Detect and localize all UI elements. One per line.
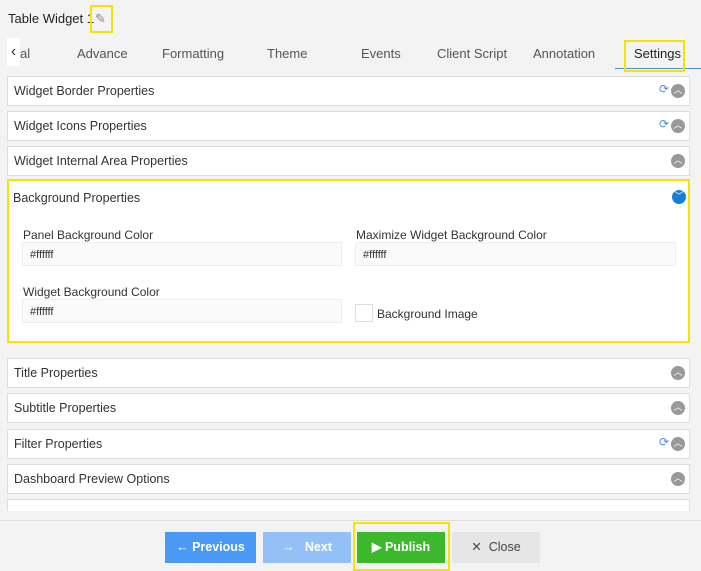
next-label: Next xyxy=(304,540,332,554)
footer-divider xyxy=(0,520,701,521)
arrow-right-icon: → xyxy=(281,540,295,554)
tab-bar: al Advance Formatting Theme Events Clien… xyxy=(0,38,701,70)
close-button[interactable]: ✕ Close xyxy=(452,532,540,563)
highlight-publish xyxy=(353,522,450,571)
panel-title: Title Properties xyxy=(14,366,98,380)
tab-theme[interactable]: Theme xyxy=(267,46,307,61)
tab-general[interactable]: al xyxy=(20,46,30,61)
tab-formatting[interactable]: Formatting xyxy=(162,46,224,61)
refresh-icon[interactable]: ⟳ xyxy=(659,117,669,131)
edit-icon[interactable]: ✎ xyxy=(95,11,106,27)
maximize-bg-color-input[interactable]: #ffffff xyxy=(355,242,676,266)
widget-bg-color-label: Widget Background Color xyxy=(23,285,160,299)
panel-dashboard-preview[interactable]: Dashboard Preview Options ︿ xyxy=(7,464,690,494)
panel-filter-properties[interactable]: Filter Properties ⟳ ︿ xyxy=(7,429,690,459)
chevron-up-icon[interactable]: ︿ xyxy=(671,401,685,415)
chevron-up-icon[interactable]: ︿ xyxy=(671,119,685,133)
refresh-icon[interactable]: ⟳ xyxy=(659,82,669,96)
panel-title: Widget Border Properties xyxy=(14,84,155,98)
previous-label: Previous xyxy=(192,540,245,554)
tab-events[interactable]: Events xyxy=(361,46,401,61)
refresh-icon[interactable]: ⟳ xyxy=(659,435,669,449)
panel-title: Widget Icons Properties xyxy=(14,119,147,133)
widget-title: Table Widget 1 xyxy=(8,11,94,26)
chevron-down-icon[interactable]: ﹀ xyxy=(672,190,686,204)
panel-title-properties[interactable]: Title Properties ︿ xyxy=(7,358,690,388)
maximize-bg-color-label: Maximize Widget Background Color xyxy=(356,228,547,242)
panel-background-properties: Background Properties ﹀ Panel Background… xyxy=(7,179,690,343)
panel-subtitle-properties[interactable]: Subtitle Properties ︿ xyxy=(7,393,690,423)
panel-widget-border[interactable]: Widget Border Properties ⟳ ︿ xyxy=(7,76,690,106)
tab-advance[interactable]: Advance xyxy=(77,46,128,61)
title-text: Table Widget 1 xyxy=(8,11,94,26)
chevron-up-icon[interactable]: ︿ xyxy=(671,154,685,168)
highlight-settings xyxy=(624,40,685,72)
panel-bg-color-label: Panel Background Color xyxy=(23,228,154,242)
background-image-label: Background Image xyxy=(377,307,478,321)
arrow-left-icon: ← xyxy=(176,540,189,554)
tab-scroll-left-button[interactable]: ‹ xyxy=(7,38,20,66)
next-button[interactable]: → Next xyxy=(263,532,351,563)
background-image-checkbox[interactable] xyxy=(355,304,373,322)
close-label: Close xyxy=(488,540,521,554)
panel-title: Dashboard Preview Options xyxy=(14,472,170,486)
chevron-up-icon[interactable]: ︿ xyxy=(671,366,685,380)
panel-title: Subtitle Properties xyxy=(14,401,117,415)
tab-client-script[interactable]: Client Script xyxy=(437,46,507,61)
panel-widget-icons[interactable]: Widget Icons Properties ⟳ ︿ xyxy=(7,111,690,141)
panel-partial xyxy=(7,499,690,511)
panel-title: Widget Internal Area Properties xyxy=(14,154,188,168)
close-icon: ✕ xyxy=(471,540,482,554)
panel-title: Background Properties xyxy=(13,191,141,205)
widget-bg-color-input[interactable]: #ffffff xyxy=(22,299,342,323)
chevron-up-icon[interactable]: ︿ xyxy=(671,437,685,451)
panel-title: Filter Properties xyxy=(14,437,103,451)
panel-widget-internal-area[interactable]: Widget Internal Area Properties ︿ xyxy=(7,146,690,176)
previous-button[interactable]: ← Previous xyxy=(165,532,256,563)
chevron-up-icon[interactable]: ︿ xyxy=(671,84,685,98)
chevron-up-icon[interactable]: ︿ xyxy=(671,472,685,486)
tab-annotation[interactable]: Annotation xyxy=(533,46,595,61)
panel-bg-color-input[interactable]: #ffffff xyxy=(22,242,342,266)
